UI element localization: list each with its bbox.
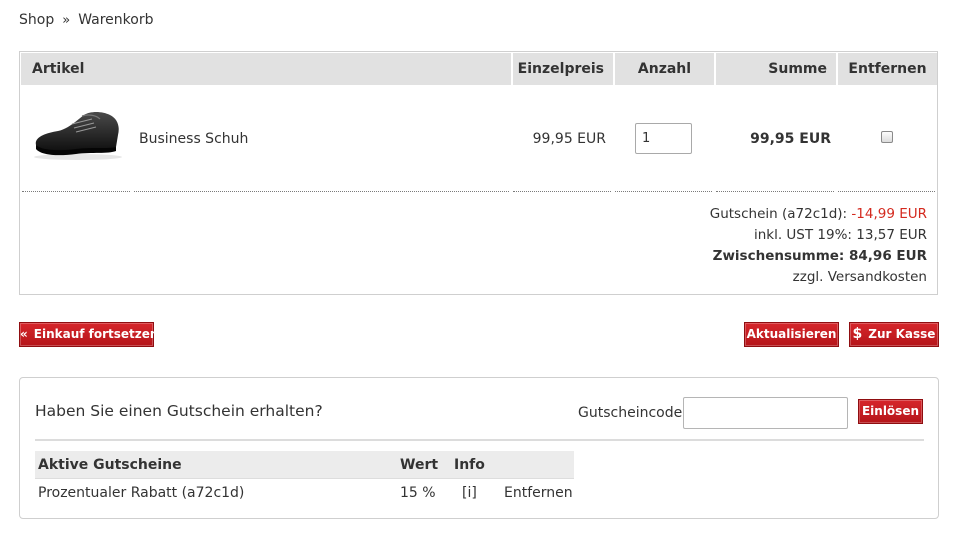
- row-divider: [716, 191, 834, 192]
- active-voucher-row: Prozentualer Rabatt (a72c1d) 15 % [i] En…: [35, 478, 574, 507]
- double-chevron-left-icon: «: [20, 327, 28, 341]
- row-divider: [838, 191, 935, 192]
- tax-line: inkl. UST 19%: 13,57 EUR: [753, 227, 927, 243]
- row-divider: [134, 191, 509, 192]
- row-divider: [615, 191, 712, 192]
- cart-totals: Gutschein (a72c1d): -14,99 EUR inkl. UST…: [710, 204, 927, 288]
- active-voucher-info-link[interactable]: [i]: [462, 485, 477, 501]
- voucher-divider: [35, 439, 924, 441]
- remove-item-checkbox[interactable]: [881, 131, 893, 143]
- update-cart-button[interactable]: Aktualisieren: [744, 322, 839, 347]
- product-row-sum: 99,95 EUR: [750, 131, 831, 147]
- cell-divider: [131, 85, 133, 191]
- checkout-button[interactable]: $ Zur Kasse: [849, 322, 939, 347]
- active-voucher-remove-link[interactable]: Entfernen: [504, 485, 573, 501]
- column-header-remove: Entfernen: [838, 53, 937, 85]
- breadcrumb-current: Warenkorb: [78, 12, 154, 28]
- breadcrumb: Shop » Warenkorb: [19, 12, 153, 28]
- column-header-sum: Summe: [716, 53, 836, 85]
- cart-page: Shop » Warenkorb Artikel Einzelpreis Anz…: [0, 0, 960, 540]
- voucher-panel: Haben Sie einen Gutschein erhalten? Guts…: [19, 377, 939, 519]
- breadcrumb-separator: »: [62, 12, 71, 28]
- cell-divider: [713, 85, 715, 191]
- active-voucher-value: 15 %: [400, 485, 436, 501]
- redeem-voucher-button[interactable]: Einlösen: [858, 399, 923, 424]
- cart-table-header: Artikel Einzelpreis Anzahl Summe Entfern…: [21, 53, 937, 85]
- active-vouchers-header-name: Aktive Gutscheine: [38, 457, 182, 473]
- active-voucher-name: Prozentualer Rabatt (a72c1d): [38, 485, 245, 501]
- row-divider: [22, 191, 130, 192]
- voucher-discount-line: Gutschein (a72c1d): -14,99 EUR: [710, 204, 927, 225]
- active-vouchers-header-value: Wert: [400, 457, 439, 473]
- product-name[interactable]: Business Schuh: [139, 131, 248, 147]
- update-cart-label: Aktualisieren: [746, 327, 837, 341]
- continue-shopping-label: Einkauf fortsetzen: [33, 327, 159, 341]
- product-image[interactable]: [32, 107, 124, 161]
- cell-divider: [612, 85, 614, 191]
- column-header-unit-price: Einzelpreis: [513, 53, 613, 85]
- voucher-title: Haben Sie einen Gutschein erhalten?: [35, 402, 323, 420]
- voucher-code-label: Gutscheincode:: [578, 405, 687, 421]
- checkout-label: Zur Kasse: [868, 327, 936, 341]
- cart-table: Artikel Einzelpreis Anzahl Summe Entfern…: [19, 51, 938, 295]
- continue-shopping-button[interactable]: « Einkauf fortsetzen: [19, 322, 158, 347]
- cell-divider: [510, 85, 512, 191]
- redeem-voucher-label: Einlösen: [861, 404, 920, 418]
- dollar-icon: $: [852, 326, 863, 342]
- voucher-discount-value: -14,99 EUR: [851, 206, 927, 222]
- voucher-discount-label: Gutschein (a72c1d):: [709, 206, 848, 222]
- product-unit-price: 99,95 EUR: [532, 131, 606, 147]
- subtotal-line: Zwischensumme: 84,96 EUR: [712, 248, 927, 264]
- active-vouchers-header: Aktive Gutscheine Wert Info: [35, 451, 574, 478]
- cell-divider: [835, 85, 837, 191]
- column-header-quantity: Anzahl: [615, 53, 714, 85]
- row-divider: [513, 191, 611, 192]
- breadcrumb-shop-link[interactable]: Shop: [19, 12, 54, 28]
- shipping-note: zzgl. Versandkosten: [792, 269, 927, 285]
- voucher-code-input[interactable]: [683, 397, 848, 429]
- cart-item-row: Business Schuh 99,95 EUR 99,95 EUR: [21, 85, 936, 192]
- quantity-input[interactable]: [635, 123, 692, 154]
- active-vouchers-header-info: Info: [454, 457, 485, 473]
- column-header-article: Artikel: [21, 53, 511, 85]
